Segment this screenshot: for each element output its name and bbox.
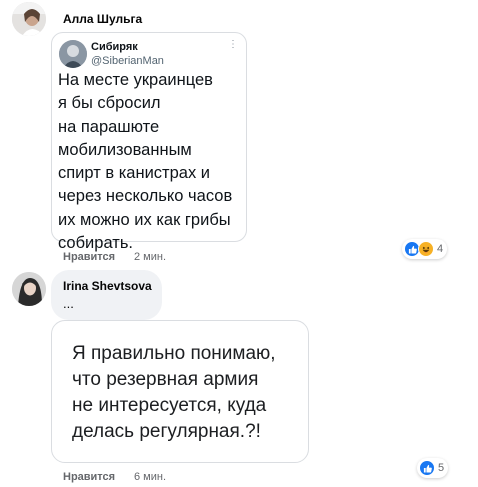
tweet-text: На месте украинцев я бы сбросил на параш… bbox=[58, 71, 233, 253]
image-text: Я правильно понимаю, что резервная армия… bbox=[72, 343, 276, 442]
reaction-summary[interactable]: 5 bbox=[417, 458, 449, 478]
comment-author[interactable]: Irina Shevtsova bbox=[63, 279, 152, 293]
comment-author[interactable]: Алла Шульга bbox=[63, 12, 142, 26]
like-button[interactable]: Нравится bbox=[63, 251, 115, 263]
tweet-author-handle: @SiberianMan bbox=[91, 55, 164, 67]
comment-image[interactable]: Я правильно понимаю, что резервная армия… bbox=[51, 320, 309, 463]
like-icon bbox=[419, 460, 435, 476]
comment-text: ... bbox=[63, 296, 74, 311]
reaction-count: 4 bbox=[437, 243, 444, 255]
comment-bubble bbox=[51, 270, 162, 320]
tweet-screenshot-card[interactable]: Сибиряк @SiberianMan ⋮ На месте украинце… bbox=[51, 32, 247, 252]
haha-icon bbox=[418, 241, 434, 257]
more-options-icon: ⋮ bbox=[228, 39, 238, 50]
tweet-avatar bbox=[59, 40, 87, 68]
comment-timestamp[interactable]: 6 мин. bbox=[134, 471, 166, 483]
reaction-summary[interactable]: 4 bbox=[402, 239, 448, 259]
reaction-count: 5 bbox=[438, 462, 445, 474]
avatar[interactable] bbox=[12, 2, 46, 36]
comment-timestamp[interactable]: 2 мин. bbox=[134, 251, 166, 263]
avatar[interactable] bbox=[12, 272, 46, 306]
like-button[interactable]: Нравится bbox=[63, 471, 115, 483]
tweet-author-name: Сибиряк bbox=[91, 41, 138, 53]
